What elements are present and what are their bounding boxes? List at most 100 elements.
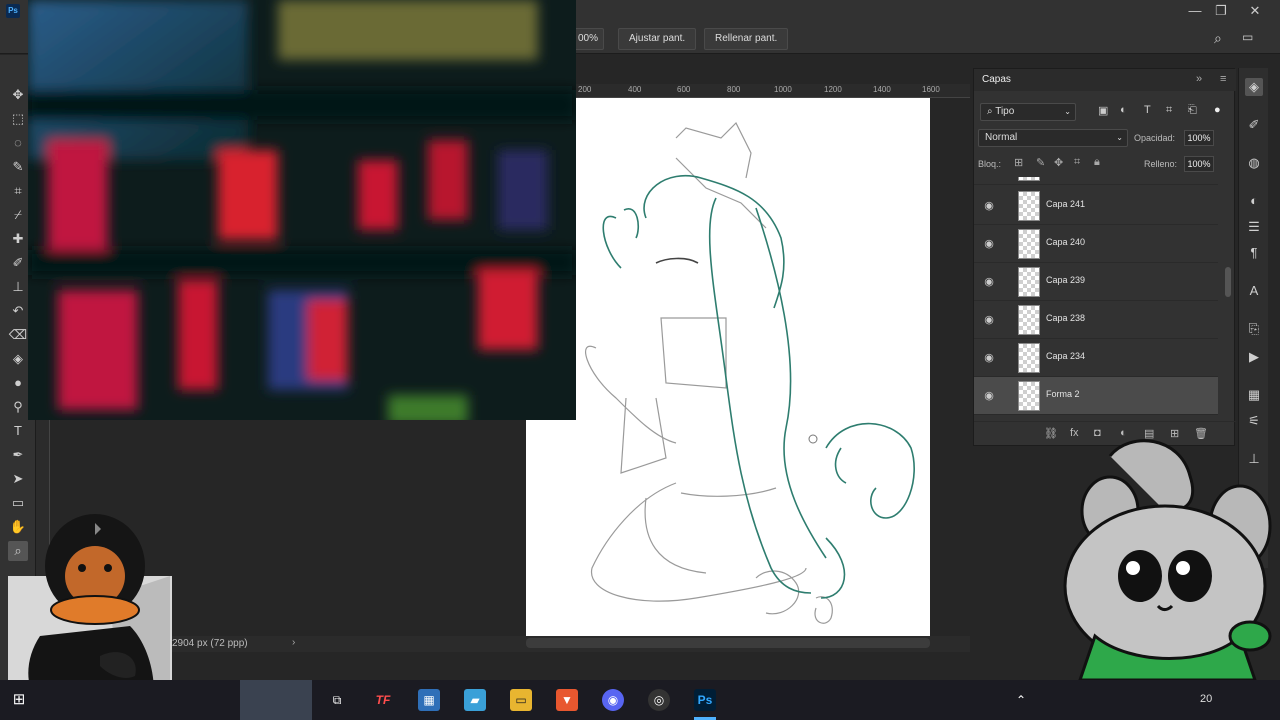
adjustment-filter-icon[interactable]: ◐ — [1120, 104, 1127, 116]
eraser-tool-icon[interactable]: ⌫ — [8, 325, 28, 345]
horizontal-ruler: 200 400 600 800 1000 1200 1400 1600 — [576, 84, 970, 98]
panel-menu-icon[interactable]: ≡ — [1220, 73, 1226, 85]
chevron-down-icon: ⌄ — [1116, 133, 1123, 142]
adjustments-icon[interactable]: ◐ — [1245, 192, 1263, 210]
file-explorer-icon[interactable]: ▭ — [510, 689, 532, 711]
pen-tool-icon[interactable]: ✒ — [8, 445, 28, 465]
type-tool-icon[interactable]: T — [8, 421, 28, 441]
collapse-icon[interactable]: » — [1196, 73, 1202, 85]
eye-icon[interactable]: ◉ — [982, 389, 996, 403]
lineart-hair-back — [708, 197, 812, 594]
zoom-percent-field[interactable]: 00% — [572, 28, 604, 50]
brush-settings-icon[interactable]: ✐ — [1245, 116, 1263, 134]
calculator-icon[interactable]: ▦ — [418, 689, 440, 711]
lasso-tool-icon[interactable]: ◌ — [8, 133, 28, 153]
type-filter-icon[interactable]: T — [1144, 104, 1151, 116]
stamp-tool-icon[interactable]: ⊥ — [8, 277, 28, 297]
layer-filter-select[interactable]: ⌕ Tipo ⌄ — [980, 103, 1076, 121]
quick-select-tool-icon[interactable]: ✎ — [8, 157, 28, 177]
history-brush-icon[interactable]: ↶ — [8, 301, 28, 321]
obs-icon[interactable]: ◎ — [648, 689, 670, 711]
ruler-tick: 1400 — [873, 85, 891, 94]
swatches-icon[interactable]: ◍ — [1245, 154, 1263, 172]
chevron-up-icon[interactable]: ⌃ — [1010, 689, 1032, 711]
layer-name: Capa 238 — [1046, 313, 1086, 323]
document-canvas[interactable] — [526, 98, 930, 636]
layer-row[interactable]: ◉ Capa 238 — [974, 301, 1218, 339]
lock-all-icon[interactable]: 🔒︎ — [1094, 156, 1100, 169]
layer-name: Capa 239 — [1046, 275, 1086, 285]
marquee-tool-icon[interactable]: ⬚ — [8, 109, 28, 129]
smart-object-filter-icon[interactable]: ⎗ — [1188, 104, 1197, 117]
sliders-icon[interactable]: ⚟ — [1245, 412, 1263, 430]
notes-app-icon[interactable]: ▰ — [464, 689, 486, 711]
blur-tool-icon[interactable]: ● — [8, 373, 28, 393]
zoom-cursor-icon — [808, 434, 818, 444]
lock-pixels-icon[interactable]: ✎ — [1036, 156, 1045, 169]
status-arrow-icon[interactable]: › — [292, 637, 295, 648]
grid-panel-icon[interactable]: ▦ — [1245, 386, 1263, 404]
lineart-hair-strand — [755, 207, 827, 559]
fill-screen-button[interactable]: Rellenar pant. — [704, 28, 789, 50]
maximize-button[interactable]: ❐ — [1206, 0, 1236, 24]
search-icon[interactable]: ⌕ — [1214, 30, 1222, 47]
opacity-field[interactable]: 100% — [1184, 130, 1214, 146]
layer-thumbnail — [1018, 381, 1040, 411]
horizontal-scrollbar[interactable] — [526, 638, 930, 648]
layer-row[interactable]: ◉ Capa 240 — [974, 225, 1218, 263]
layer-row-selected[interactable]: ◉ Forma 2 — [974, 377, 1218, 415]
sketch-heart — [814, 596, 833, 624]
move-tool-icon[interactable]: ✥ — [8, 85, 28, 105]
actions-play-icon[interactable]: ▶ — [1245, 348, 1263, 366]
layers-panel-icon[interactable]: ◈ — [1245, 78, 1263, 96]
lock-artboard-icon[interactable]: ⌗ — [1074, 156, 1080, 169]
path-select-icon[interactable]: ➤ — [8, 469, 28, 489]
photoshop-taskbar-icon[interactable]: Ps — [694, 689, 716, 711]
layer-row[interactable]: ◉ Capa 241 — [974, 187, 1218, 225]
eye-icon[interactable]: ◉ — [982, 351, 996, 365]
windows-start-icon[interactable]: ⊞ — [8, 689, 30, 711]
eye-icon[interactable]: ◉ — [982, 275, 996, 289]
sketch-legs — [591, 482, 807, 602]
crop-tool-icon[interactable]: ⌗ — [8, 181, 28, 201]
healing-tool-icon[interactable]: ✚ — [8, 229, 28, 249]
channels-icon[interactable]: ⎘ — [1245, 320, 1263, 338]
fit-screen-button[interactable]: Ajustar pant. — [618, 28, 697, 50]
layer-row[interactable]: ◉ Capa 234 — [974, 339, 1218, 377]
dodge-tool-icon[interactable]: ⚲ — [8, 397, 28, 417]
layer-filter-kind: Tipo — [995, 106, 1015, 117]
sketch-arm — [660, 317, 727, 389]
taskbar-thumbnail[interactable] — [240, 680, 312, 720]
layer-row[interactable] — [974, 177, 1218, 185]
lineart-eye — [655, 257, 699, 264]
image-filter-icon[interactable]: ▣ — [1098, 104, 1108, 117]
workspace-icon[interactable]: ▭ — [1242, 30, 1253, 44]
lock-transparency-icon[interactable]: ⊞ — [1014, 156, 1023, 169]
sketch-waist — [680, 487, 777, 497]
blend-mode-select[interactable]: Normal ⌄ — [978, 129, 1128, 147]
paint-bucket-icon[interactable]: ◈ — [8, 349, 28, 369]
eye-icon[interactable]: ◉ — [982, 313, 996, 327]
brush-tool-icon[interactable]: ✐ — [8, 253, 28, 273]
lock-position-icon[interactable]: ✥ — [1054, 156, 1063, 169]
photoshop-logo: Ps — [6, 4, 20, 18]
layer-name: Capa 234 — [1046, 351, 1086, 361]
app-tf-icon[interactable]: TF — [372, 689, 394, 711]
eye-icon[interactable]: ◉ — [982, 199, 996, 213]
discord-icon[interactable]: ◉ — [602, 689, 624, 711]
paragraph-icon[interactable]: ¶ — [1245, 244, 1263, 262]
task-view-icon[interactable]: ⧉ — [326, 689, 348, 711]
layers-tab[interactable]: Capas — [982, 74, 1011, 85]
character-icon[interactable]: A — [1245, 282, 1263, 300]
layers-panel: Capas » ≡ ⌕ Tipo ⌄ ▣ ◐ T ⌗ ⎗ ● Normal ⌄ Op… — [973, 68, 1236, 446]
properties-icon[interactable]: ☰ — [1245, 218, 1263, 236]
filter-toggle-icon[interactable]: ● — [1214, 104, 1221, 116]
eyedropper-tool-icon[interactable]: ⌿ — [8, 205, 28, 225]
close-button[interactable]: ✕ — [1240, 0, 1270, 24]
shape-filter-icon[interactable]: ⌗ — [1166, 104, 1172, 117]
fill-field[interactable]: 100% — [1184, 156, 1214, 172]
layer-row[interactable]: ◉ Capa 239 — [974, 263, 1218, 301]
layers-scrollbar[interactable] — [1225, 267, 1231, 297]
eye-icon[interactable]: ◉ — [982, 237, 996, 251]
brave-browser-icon[interactable]: ▼ — [556, 689, 578, 711]
